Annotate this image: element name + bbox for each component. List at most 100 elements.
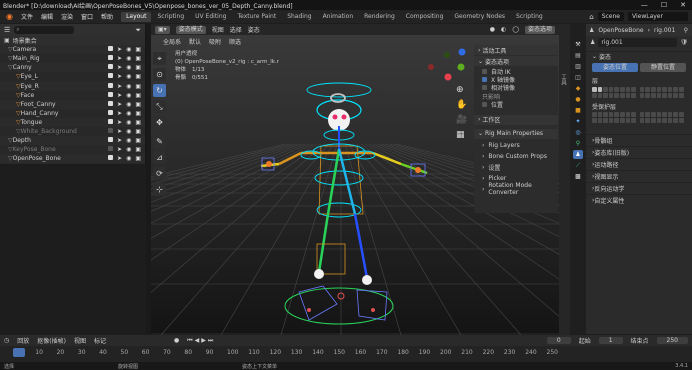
select-toggle-icon[interactable]: ➤ — [117, 155, 122, 162]
workspace-tab[interactable]: UV Editing — [190, 12, 231, 22]
output-props-tab-icon[interactable]: ▥ — [573, 62, 583, 71]
pose-menu[interactable]: 姿态 — [248, 25, 260, 34]
layer-toggle[interactable] — [603, 118, 608, 123]
scale-tool-icon[interactable]: ⤡ — [153, 100, 166, 113]
exclude-checkbox[interactable] — [108, 146, 114, 152]
eye-icon[interactable]: ◉ — [126, 55, 131, 62]
workspace-tab[interactable]: Shading — [282, 12, 316, 22]
display-mode-icon[interactable]: ☰ — [4, 26, 10, 34]
layer-toggle[interactable] — [603, 87, 608, 92]
render-camera-icon[interactable]: ▣ — [135, 64, 141, 71]
render-camera-icon[interactable]: ▣ — [135, 55, 141, 62]
modifier-tab-icon[interactable]: ✦ — [573, 117, 583, 126]
layer-toggle[interactable] — [667, 93, 673, 98]
workspace-tab[interactable]: Rendering — [359, 12, 400, 22]
layer-toggle[interactable] — [625, 118, 631, 123]
layer-toggle[interactable] — [614, 93, 619, 98]
shading-render-icon[interactable]: ◯ — [512, 26, 519, 33]
outliner-row[interactable]: ▽ KeyPose_Bone ➤ ◉ ▣ — [0, 145, 145, 154]
workspace-tab[interactable]: Texture Paint — [232, 12, 281, 22]
layer-toggle[interactable] — [631, 87, 636, 92]
outliner-row[interactable]: ▽ OpenPose_Bone ➤ ◉ ▣ — [0, 154, 145, 164]
outliner-row[interactable]: ▽ Hand_Canny ➤ ◉ ▣ — [0, 109, 145, 118]
layer-toggle[interactable] — [656, 118, 662, 123]
layer-toggle[interactable] — [656, 93, 662, 98]
exclude-checkbox[interactable] — [108, 137, 114, 143]
layer-toggle[interactable] — [673, 87, 678, 92]
workspace-tab[interactable]: Compositing — [401, 12, 449, 22]
eye-icon[interactable]: ◉ — [126, 46, 131, 53]
render-camera-icon[interactable]: ▣ — [135, 101, 141, 108]
rig-subpanel-header[interactable]: › Rotation Mode Converter — [474, 182, 558, 196]
rig-subpanel-header[interactable]: › Rig Layers — [474, 140, 558, 151]
fake-user-icon[interactable]: 🛡 — [680, 39, 688, 46]
scene-selector[interactable]: Scene — [597, 12, 624, 21]
outliner-row[interactable]: ▽ Depth ➤ ◉ ▣ — [0, 136, 145, 146]
property-section-header[interactable]: › 反向运动学 — [586, 182, 692, 194]
close-button[interactable]: ✕ — [680, 1, 686, 9]
outliner-row[interactable]: ▽ Face ➤ ◉ ▣ — [0, 91, 145, 100]
layer-toggle[interactable] — [650, 112, 656, 117]
exclude-checkbox[interactable] — [108, 155, 114, 161]
property-section-header[interactable]: › 运动路径 — [586, 158, 692, 170]
playhead[interactable] — [13, 348, 25, 357]
select-toggle-icon[interactable]: ➤ — [117, 137, 122, 144]
constraint-tab-icon[interactable]: ⚲ — [573, 139, 583, 148]
menu-item[interactable]: 编辑 — [37, 12, 57, 21]
bone-tab-icon[interactable]: ⟋ — [573, 161, 583, 170]
menu-item[interactable]: 窗口 — [77, 12, 97, 21]
eye-icon[interactable]: ◉ — [126, 92, 131, 99]
pin-icon[interactable]: ⚲ — [684, 27, 692, 34]
render-camera-icon[interactable]: ▣ — [135, 110, 141, 117]
outliner-search[interactable]: ⌕ — [14, 26, 75, 34]
layer-toggle[interactable] — [631, 118, 636, 123]
view-menu[interactable]: 视图 — [212, 25, 224, 34]
layer-toggle[interactable] — [603, 93, 608, 98]
render-camera-icon[interactable]: ▣ — [135, 46, 141, 53]
select-toggle-icon[interactable]: ➤ — [117, 101, 122, 108]
tool-tab[interactable]: 工具 — [559, 74, 567, 85]
layer-toggle[interactable] — [678, 118, 684, 123]
render-camera-icon[interactable]: ▣ — [135, 146, 141, 153]
roll-tool-icon[interactable]: ⟳ — [153, 167, 166, 180]
rotate-tool-icon[interactable]: ↻ — [153, 84, 166, 97]
auto-ik-option[interactable]: 自动 IK — [474, 67, 558, 76]
protected-layers-grid[interactable] — [586, 112, 692, 130]
workspace-tab[interactable]: Layout — [121, 11, 152, 22]
active-tool-header[interactable]: › 活动工具 — [474, 45, 558, 55]
layer-toggle[interactable] — [662, 112, 667, 117]
layer-toggle[interactable] — [667, 118, 673, 123]
snap-toggle[interactable]: 吸附 — [209, 37, 221, 46]
layer-toggle[interactable] — [673, 118, 678, 123]
pan-icon[interactable]: ✋ — [456, 98, 467, 110]
select-toggle-icon[interactable]: ➤ — [117, 119, 122, 126]
workspace-tab[interactable]: Scripting — [152, 12, 189, 22]
blender-logo-icon[interactable]: ◉ — [2, 12, 17, 21]
render-camera-icon[interactable]: ▣ — [135, 73, 141, 80]
shading-solid-icon[interactable]: ● — [490, 26, 495, 33]
layer-toggle[interactable] — [592, 112, 597, 117]
select-menu[interactable]: 选择 — [230, 25, 242, 34]
exclude-checkbox[interactable] — [108, 82, 114, 88]
layer-toggle[interactable] — [678, 112, 684, 117]
layer-toggle[interactable] — [597, 93, 603, 98]
pivot-dropdown[interactable]: 默认 — [189, 37, 201, 46]
timeline-ruler[interactable]: 0102030405060708090100110120130140150160… — [0, 335, 692, 362]
location-checkbox[interactable] — [482, 102, 487, 108]
render-camera-icon[interactable]: ▣ — [135, 137, 141, 144]
exclude-checkbox[interactable] — [108, 100, 114, 106]
mode-dropdown[interactable]: 姿态模式 — [175, 25, 206, 34]
layer-toggle[interactable] — [619, 87, 625, 92]
x-mirror-checkbox[interactable] — [482, 77, 487, 83]
layer-toggle[interactable] — [662, 118, 667, 123]
render-camera-icon[interactable]: ▣ — [135, 92, 141, 99]
layer-toggle[interactable] — [608, 87, 614, 92]
layer-toggle[interactable] — [597, 87, 603, 92]
select-toggle-icon[interactable]: ➤ — [117, 55, 122, 62]
layer-toggle[interactable] — [645, 93, 650, 98]
rig-main-header[interactable]: ⌄ Rig Main Properties — [474, 128, 558, 139]
layer-toggle[interactable] — [656, 112, 662, 117]
gizmo-z-axis[interactable] — [458, 48, 466, 56]
outliner-row[interactable]: ▽ Eye_L ➤ ◉ ▣ — [0, 72, 145, 81]
ortho-toggle-icon[interactable]: ▦ — [456, 130, 465, 140]
